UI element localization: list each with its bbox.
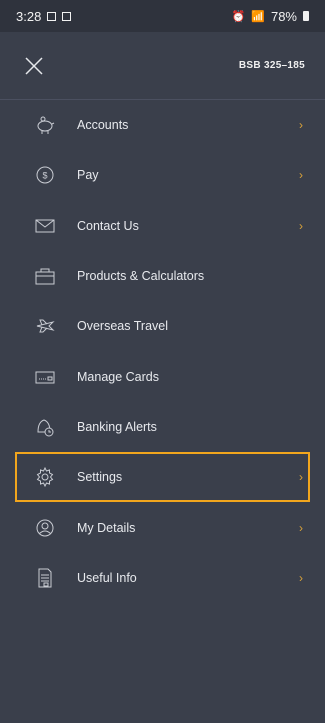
- check-notification-icon: [62, 11, 72, 21]
- menu-header: BSB 325–185: [0, 32, 325, 100]
- svg-text:$: $: [42, 171, 47, 181]
- envelope-icon: [34, 215, 56, 237]
- menu-item-settings[interactable]: Settings ›: [15, 452, 310, 503]
- menu-label-manage-cards: Manage Cards: [77, 369, 159, 384]
- chevron-right-icon: ›: [299, 218, 303, 233]
- menu-item-pay[interactable]: $ Pay ›: [0, 150, 325, 200]
- menu-item-overseas-travel[interactable]: Overseas Travel: [0, 301, 325, 351]
- menu-label-contact-us: Contact Us: [77, 218, 139, 233]
- menu-label-banking-alerts: Banking Alerts: [77, 419, 157, 434]
- chevron-right-icon: ›: [299, 470, 303, 485]
- menu-item-accounts[interactable]: Accounts ›: [0, 100, 325, 150]
- gallery-notification-icon: [47, 11, 57, 21]
- gear-icon: [34, 466, 56, 488]
- menu-item-my-details[interactable]: My Details ›: [0, 502, 325, 552]
- chevron-right-icon: ›: [299, 118, 303, 133]
- menu-label-useful-info: Useful Info: [77, 570, 137, 585]
- menu-label-products-calculators: Products & Calculators: [77, 269, 205, 284]
- menu-item-banking-alerts[interactable]: Banking Alerts: [0, 402, 325, 452]
- close-button[interactable]: [22, 54, 46, 78]
- menu-label-my-details: My Details: [77, 520, 136, 535]
- piggy-bank-icon: [34, 114, 56, 136]
- menu-label-pay: Pay: [77, 168, 99, 183]
- close-icon: [25, 56, 43, 75]
- airplane-icon: [34, 315, 56, 337]
- bell-clock-icon: [34, 416, 56, 438]
- signal-icon: 📶: [251, 10, 265, 23]
- briefcase-icon: [34, 265, 56, 287]
- card-icon: [34, 366, 56, 388]
- status-time: 3:28: [16, 8, 42, 24]
- chevron-right-icon: ›: [299, 520, 303, 535]
- menu-label-overseas-travel: Overseas Travel: [77, 319, 169, 334]
- menu-item-contact-us[interactable]: Contact Us ›: [0, 201, 325, 251]
- battery-icon: [303, 11, 309, 21]
- status-bar: 3:28 ⏰ 📶 78%: [0, 0, 325, 32]
- menu-item-manage-cards[interactable]: Manage Cards: [0, 351, 325, 401]
- menu-item-products-calculators[interactable]: Products & Calculators: [0, 251, 325, 301]
- document-icon: [34, 567, 56, 589]
- menu-label-settings: Settings: [77, 470, 123, 485]
- side-menu: Accounts › $ Pay › Contact Us › Products…: [0, 100, 325, 603]
- menu-label-accounts: Accounts: [77, 118, 129, 133]
- status-left: 3:28: [16, 8, 72, 24]
- chevron-right-icon: ›: [299, 168, 303, 183]
- chevron-right-icon: ›: [299, 570, 303, 585]
- battery-percent: 78%: [270, 8, 297, 24]
- dollar-circle-icon: $: [34, 164, 56, 186]
- user-circle-icon: [34, 517, 56, 539]
- status-right: ⏰ 📶 78%: [232, 9, 309, 24]
- bsb-number: BSB 325–185: [238, 60, 305, 71]
- menu-item-useful-info[interactable]: Useful Info ›: [0, 553, 325, 603]
- alarm-icon: ⏰: [231, 10, 246, 23]
